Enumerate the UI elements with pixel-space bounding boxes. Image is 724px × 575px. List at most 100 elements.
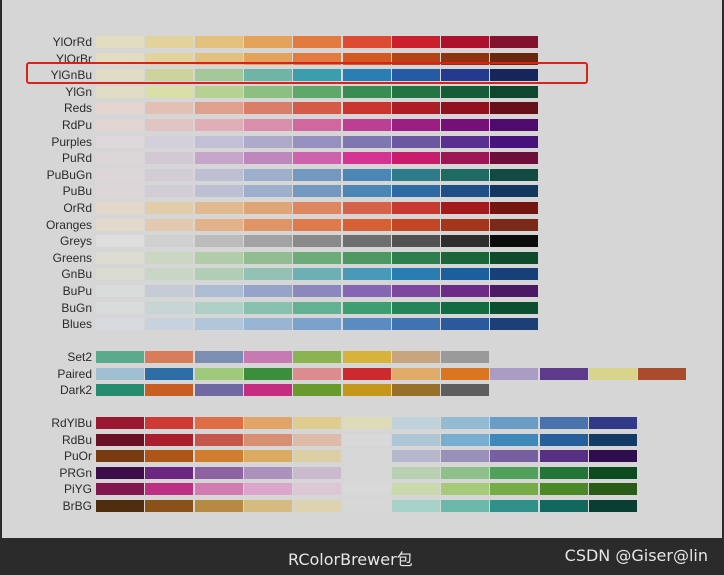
palette-label: Dark2 xyxy=(59,383,92,398)
color-swatch xyxy=(342,351,391,363)
color-swatch xyxy=(194,351,243,363)
color-swatch xyxy=(490,152,539,165)
color-swatch xyxy=(293,483,342,496)
color-swatch xyxy=(391,301,440,314)
color-swatch xyxy=(243,433,292,446)
palette-label: Blues xyxy=(61,317,92,332)
color-swatch xyxy=(96,285,144,297)
color-swatch xyxy=(293,185,342,198)
color-swatch xyxy=(194,384,243,397)
color-swatch xyxy=(194,251,243,264)
color-swatch xyxy=(391,500,440,512)
color-swatch xyxy=(342,318,391,331)
color-swatch xyxy=(342,168,391,181)
color-swatch xyxy=(243,36,292,48)
color-swatch xyxy=(145,384,194,397)
color-swatch xyxy=(342,102,391,115)
color-swatch xyxy=(441,202,490,214)
color-swatch xyxy=(391,367,440,380)
palette-row-greys: Greys xyxy=(2,234,722,249)
palette-row-bupu: BuPu xyxy=(2,284,722,299)
color-swatch xyxy=(589,450,637,463)
color-swatch xyxy=(243,450,292,463)
color-swatch xyxy=(96,85,144,98)
color-swatch xyxy=(342,500,391,512)
color-swatch xyxy=(145,318,194,331)
color-swatch xyxy=(194,318,243,331)
color-swatch xyxy=(293,268,342,281)
palette-row-rdpu: RdPu xyxy=(2,118,722,133)
palette-label: BuPu xyxy=(62,284,92,298)
color-swatch xyxy=(391,433,440,446)
color-swatch xyxy=(145,185,194,198)
color-swatch xyxy=(342,85,391,98)
color-swatch xyxy=(589,367,637,380)
palette-row-dark2: Dark2 xyxy=(2,383,722,398)
color-swatch xyxy=(96,185,144,198)
color-swatch xyxy=(194,483,243,496)
color-swatch xyxy=(293,500,342,512)
palette-row-purd: PuRd xyxy=(2,151,722,166)
color-swatch xyxy=(194,135,243,148)
caption: RColorBrewer包 xyxy=(288,550,413,569)
color-swatch xyxy=(391,466,440,479)
color-swatch xyxy=(441,285,490,297)
color-swatch xyxy=(589,433,637,446)
color-swatch xyxy=(490,135,539,148)
color-swatch xyxy=(145,135,194,148)
color-swatch xyxy=(441,351,490,363)
palette-label: OrRd xyxy=(63,201,92,215)
palette-label: Oranges xyxy=(45,217,92,232)
color-swatch xyxy=(391,351,440,363)
palette-row-rdylbu: RdYlBu xyxy=(2,416,722,431)
palette-row-reds: Reds xyxy=(2,101,722,116)
color-swatch xyxy=(490,168,539,181)
color-swatch xyxy=(96,301,144,314)
color-swatch xyxy=(194,285,243,297)
palette-label: Greens xyxy=(52,250,92,265)
color-swatch xyxy=(342,483,391,496)
color-swatch xyxy=(293,351,342,363)
palette-row-pubugn: PuBuGn xyxy=(2,168,722,183)
color-swatch xyxy=(342,268,391,281)
color-swatch xyxy=(145,218,194,231)
color-swatch xyxy=(96,235,144,248)
color-swatch xyxy=(391,450,440,463)
color-swatch xyxy=(96,135,144,148)
color-swatch xyxy=(194,36,243,48)
color-swatch xyxy=(243,384,292,397)
color-swatch xyxy=(145,351,194,363)
color-swatch xyxy=(441,168,490,181)
color-swatch xyxy=(539,367,588,380)
color-swatch xyxy=(96,251,144,264)
color-swatch xyxy=(441,119,490,131)
color-swatch xyxy=(342,301,391,314)
color-swatch xyxy=(243,318,292,331)
color-swatch xyxy=(490,85,539,98)
palette-row-purples: Purples xyxy=(2,135,722,150)
color-swatch xyxy=(441,450,490,463)
color-swatch xyxy=(243,168,292,181)
color-swatch xyxy=(539,500,588,512)
color-swatch xyxy=(490,466,539,479)
color-swatch xyxy=(96,202,144,214)
palette-label: YlOrRd xyxy=(52,35,92,49)
color-swatch xyxy=(441,251,490,264)
color-swatch xyxy=(342,450,391,463)
color-swatch xyxy=(539,417,588,429)
color-swatch xyxy=(490,235,539,248)
color-swatch xyxy=(145,102,194,115)
color-swatch xyxy=(391,417,440,429)
palette-row-piyg: PiYG xyxy=(2,482,722,497)
color-swatch xyxy=(194,185,243,198)
color-swatch xyxy=(490,367,539,380)
color-swatch xyxy=(342,218,391,231)
color-swatch xyxy=(293,152,342,165)
palette-row-rdbu: RdBu xyxy=(2,433,722,448)
palette-row-prgn: PRGn xyxy=(2,466,722,481)
color-swatch xyxy=(145,301,194,314)
color-swatch xyxy=(293,218,342,231)
color-swatch xyxy=(243,285,292,297)
color-swatch xyxy=(391,483,440,496)
color-swatch xyxy=(293,36,342,48)
